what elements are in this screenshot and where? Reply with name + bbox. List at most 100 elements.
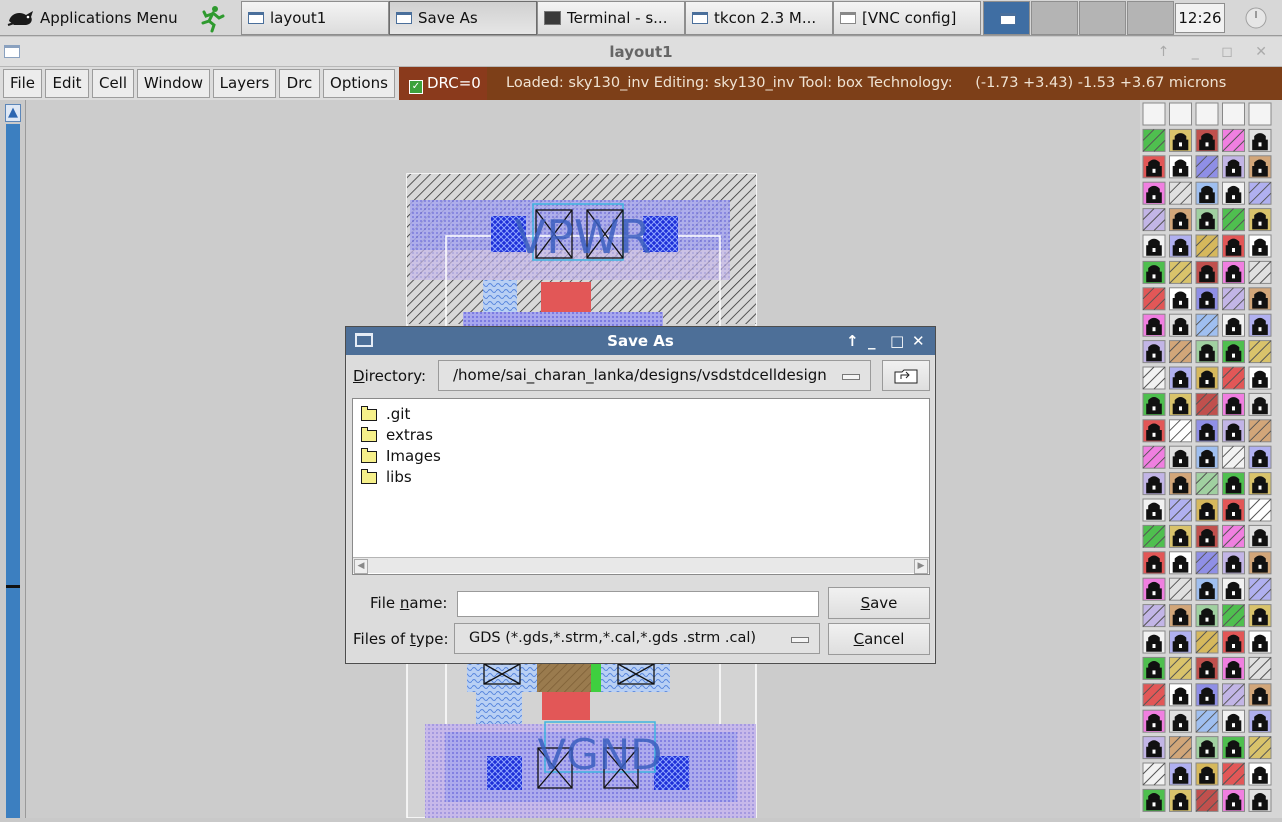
layer-swatch[interactable] <box>1195 128 1219 152</box>
layer-swatch[interactable] <box>1195 181 1219 205</box>
power-icon[interactable] <box>1236 3 1276 33</box>
layer-swatch[interactable] <box>1222 419 1245 443</box>
workspace-4[interactable] <box>1127 1 1174 35</box>
shade-icon[interactable]: ↑ <box>846 327 859 355</box>
layer-swatch[interactable] <box>1195 445 1219 469</box>
scroll-trough[interactable] <box>6 124 20 818</box>
layer-swatch[interactable] <box>1222 102 1245 126</box>
layer-swatch[interactable] <box>1248 788 1272 812</box>
layer-swatch[interactable] <box>1195 102 1219 126</box>
layer-swatch[interactable] <box>1248 524 1272 548</box>
layer-swatch[interactable] <box>1222 604 1245 628</box>
layer-swatch[interactable] <box>1142 181 1166 205</box>
layer-swatch[interactable] <box>1142 313 1166 337</box>
layer-swatch[interactable] <box>1169 630 1192 654</box>
drc-indicator[interactable]: ✓ DRC=0 <box>399 67 487 100</box>
layer-swatch[interactable] <box>1222 656 1245 680</box>
layer-swatch[interactable] <box>1248 630 1272 654</box>
layer-swatch[interactable] <box>1222 736 1245 760</box>
layer-swatch[interactable] <box>1142 392 1166 416</box>
layer-swatch[interactable] <box>1169 498 1192 522</box>
layer-swatch[interactable] <box>1142 340 1166 364</box>
layer-swatch[interactable] <box>1195 551 1219 575</box>
layer-swatch[interactable] <box>1248 313 1272 337</box>
layer-swatch[interactable] <box>1169 366 1192 390</box>
applications-menu-button[interactable]: Applications Menu <box>2 1 182 35</box>
workspace-2[interactable] <box>1031 1 1078 35</box>
layer-swatch[interactable] <box>1142 788 1166 812</box>
main-window-titlebar[interactable]: layout1 ↑ _ ◻ ✕ <box>0 37 1282 67</box>
layer-swatch[interactable] <box>1142 128 1166 152</box>
layer-swatch[interactable] <box>1142 260 1166 284</box>
layer-swatch[interactable] <box>1142 472 1166 496</box>
layer-swatch[interactable] <box>1195 155 1219 179</box>
layer-swatch[interactable] <box>1142 604 1166 628</box>
layer-swatch[interactable] <box>1195 524 1219 548</box>
file-item-images[interactable]: Images <box>361 445 441 466</box>
layer-swatch[interactable] <box>1169 102 1192 126</box>
layer-swatch[interactable] <box>1195 498 1219 522</box>
layer-swatch[interactable] <box>1195 656 1219 680</box>
layer-swatch[interactable] <box>1169 155 1192 179</box>
workspace-1[interactable] <box>983 1 1030 35</box>
layer-swatch[interactable] <box>1142 709 1166 733</box>
layer-swatch[interactable] <box>1222 155 1245 179</box>
layer-swatch[interactable] <box>1248 683 1272 707</box>
layer-swatch[interactable] <box>1248 604 1272 628</box>
layer-swatch[interactable] <box>1142 445 1166 469</box>
layer-swatch[interactable] <box>1222 630 1245 654</box>
layer-swatch[interactable] <box>1195 736 1219 760</box>
layer-swatch[interactable] <box>1248 762 1272 786</box>
layer-swatch[interactable] <box>1195 630 1219 654</box>
layer-swatch[interactable] <box>1222 366 1245 390</box>
layer-swatch[interactable] <box>1195 604 1219 628</box>
layer-swatch[interactable] <box>1222 577 1245 601</box>
menu-cell[interactable]: Cell <box>92 69 134 98</box>
menu-window[interactable]: Window <box>137 69 210 98</box>
minimize-icon[interactable]: _ <box>868 327 876 355</box>
layer-swatch[interactable] <box>1169 234 1192 258</box>
layer-swatch[interactable] <box>1142 762 1166 786</box>
layer-swatch[interactable] <box>1142 234 1166 258</box>
layer-swatch[interactable] <box>1222 788 1245 812</box>
layer-swatch[interactable] <box>1195 208 1219 232</box>
file-list[interactable]: .git extras Images libs <box>352 398 930 575</box>
layer-swatch[interactable] <box>1169 392 1192 416</box>
layer-swatch[interactable] <box>1169 181 1192 205</box>
layer-swatch[interactable] <box>1169 260 1192 284</box>
layer-swatch[interactable] <box>1169 736 1192 760</box>
layer-swatches[interactable] <box>1140 100 1282 818</box>
layer-swatch[interactable] <box>1195 392 1219 416</box>
layer-swatch[interactable] <box>1195 419 1219 443</box>
layer-swatch[interactable] <box>1248 419 1272 443</box>
layer-swatch[interactable] <box>1142 366 1166 390</box>
layer-swatch[interactable] <box>1222 683 1245 707</box>
layer-swatch[interactable] <box>1142 736 1166 760</box>
layer-swatch[interactable] <box>1248 445 1272 469</box>
layer-swatch[interactable] <box>1169 577 1192 601</box>
window-controls[interactable]: ↑ _ ◻ ✕ <box>1158 37 1276 67</box>
save-button[interactable]: Save <box>828 587 930 619</box>
layer-swatch[interactable] <box>1222 313 1245 337</box>
layer-swatch[interactable] <box>1169 551 1192 575</box>
layer-swatch[interactable] <box>1248 287 1272 311</box>
layer-swatch[interactable] <box>1169 128 1192 152</box>
menu-drc[interactable]: Drc <box>279 69 320 98</box>
layer-swatch[interactable] <box>1248 498 1272 522</box>
layer-swatch[interactable] <box>1248 234 1272 258</box>
parent-directory-button[interactable] <box>882 360 930 391</box>
layer-swatch[interactable] <box>1195 313 1219 337</box>
layer-swatch[interactable] <box>1222 524 1245 548</box>
menu-edit[interactable]: Edit <box>45 69 89 98</box>
menu-layers[interactable]: Layers <box>213 69 276 98</box>
layer-swatch[interactable] <box>1142 419 1166 443</box>
layer-swatch[interactable] <box>1195 287 1219 311</box>
layer-swatch[interactable] <box>1222 340 1245 364</box>
layer-swatch[interactable] <box>1248 392 1272 416</box>
running-man-icon[interactable] <box>197 3 227 33</box>
layer-swatch[interactable] <box>1248 709 1272 733</box>
layer-swatch[interactable] <box>1169 340 1192 364</box>
layer-swatch[interactable] <box>1222 709 1245 733</box>
layer-swatch[interactable] <box>1142 155 1166 179</box>
layer-swatch[interactable] <box>1248 656 1272 680</box>
